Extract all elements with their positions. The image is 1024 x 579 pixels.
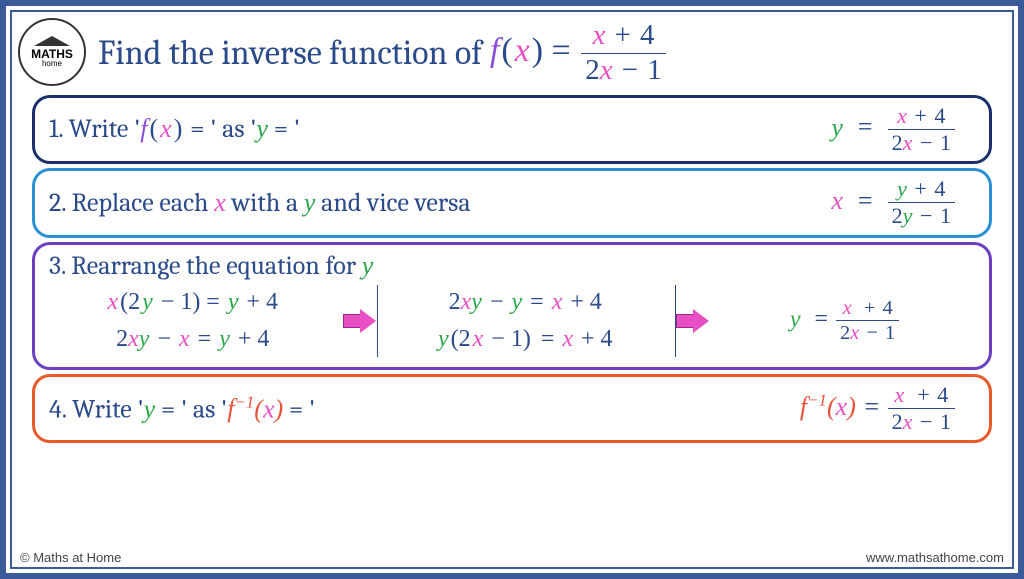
logo-sub: home (42, 60, 62, 68)
page-title: Find the inverse function of f(x) = x + … (98, 20, 998, 87)
step-2-equation: x = y + 4 2y − 1 (831, 177, 975, 229)
step-3-col-3: y = x + 4 2x − 1 (710, 293, 979, 349)
logo-badge: MATHS home (18, 18, 86, 86)
title-function: f(x) = x + 4 2x − 1 (490, 20, 666, 87)
step-1-box: 1. Write 'f(x) = ' as 'y = ' y = x + 4 2… (32, 95, 992, 165)
inner-frame: MATHS home Find the inverse function of … (10, 10, 1014, 569)
title-prefix: Find the inverse function of (98, 33, 482, 73)
step-2-box: 2. Replace each x with a y and vice vers… (32, 168, 992, 238)
step-1-label: 1. Write 'f(x) = ' as 'y = ' (49, 114, 300, 144)
step-3-work: x(2y − 1) = y + 4 2xy − x = y + 4 2xy − … (45, 285, 979, 357)
step-3-col-1: x(2y − 1) = y + 4 2xy − x = y + 4 (45, 285, 343, 357)
roof-icon (34, 36, 70, 46)
step-2-label: 2. Replace each x with a y and vice vers… (49, 188, 471, 218)
step-3-col-2: 2xy − y = x + 4 y(2x − 1) = x + 4 (378, 285, 676, 357)
footer-copyright: © Maths at Home (20, 550, 121, 565)
step-3-box: 3. Rearrange the equation for y x(2y − 1… (32, 242, 992, 370)
footer-url: www.mathsathome.com (866, 550, 1004, 565)
step-1-equation: y = x + 4 2x − 1 (831, 104, 975, 156)
outer-frame: MATHS home Find the inverse function of … (0, 0, 1024, 579)
step-4-label: 4. Write 'y = ' as 'f−1(x) = ' (49, 393, 315, 425)
arrow-icon (676, 309, 710, 333)
step-3-label: 3. Rearrange the equation for y (45, 251, 979, 285)
title-fraction: x + 4 2x − 1 (581, 20, 666, 87)
step-4-box: 4. Write 'y = ' as 'f−1(x) = ' f−1(x) = … (32, 374, 992, 444)
step-4-equation: f−1(x) = x + 4 2x − 1 (800, 383, 975, 435)
arrow-icon (343, 309, 377, 333)
